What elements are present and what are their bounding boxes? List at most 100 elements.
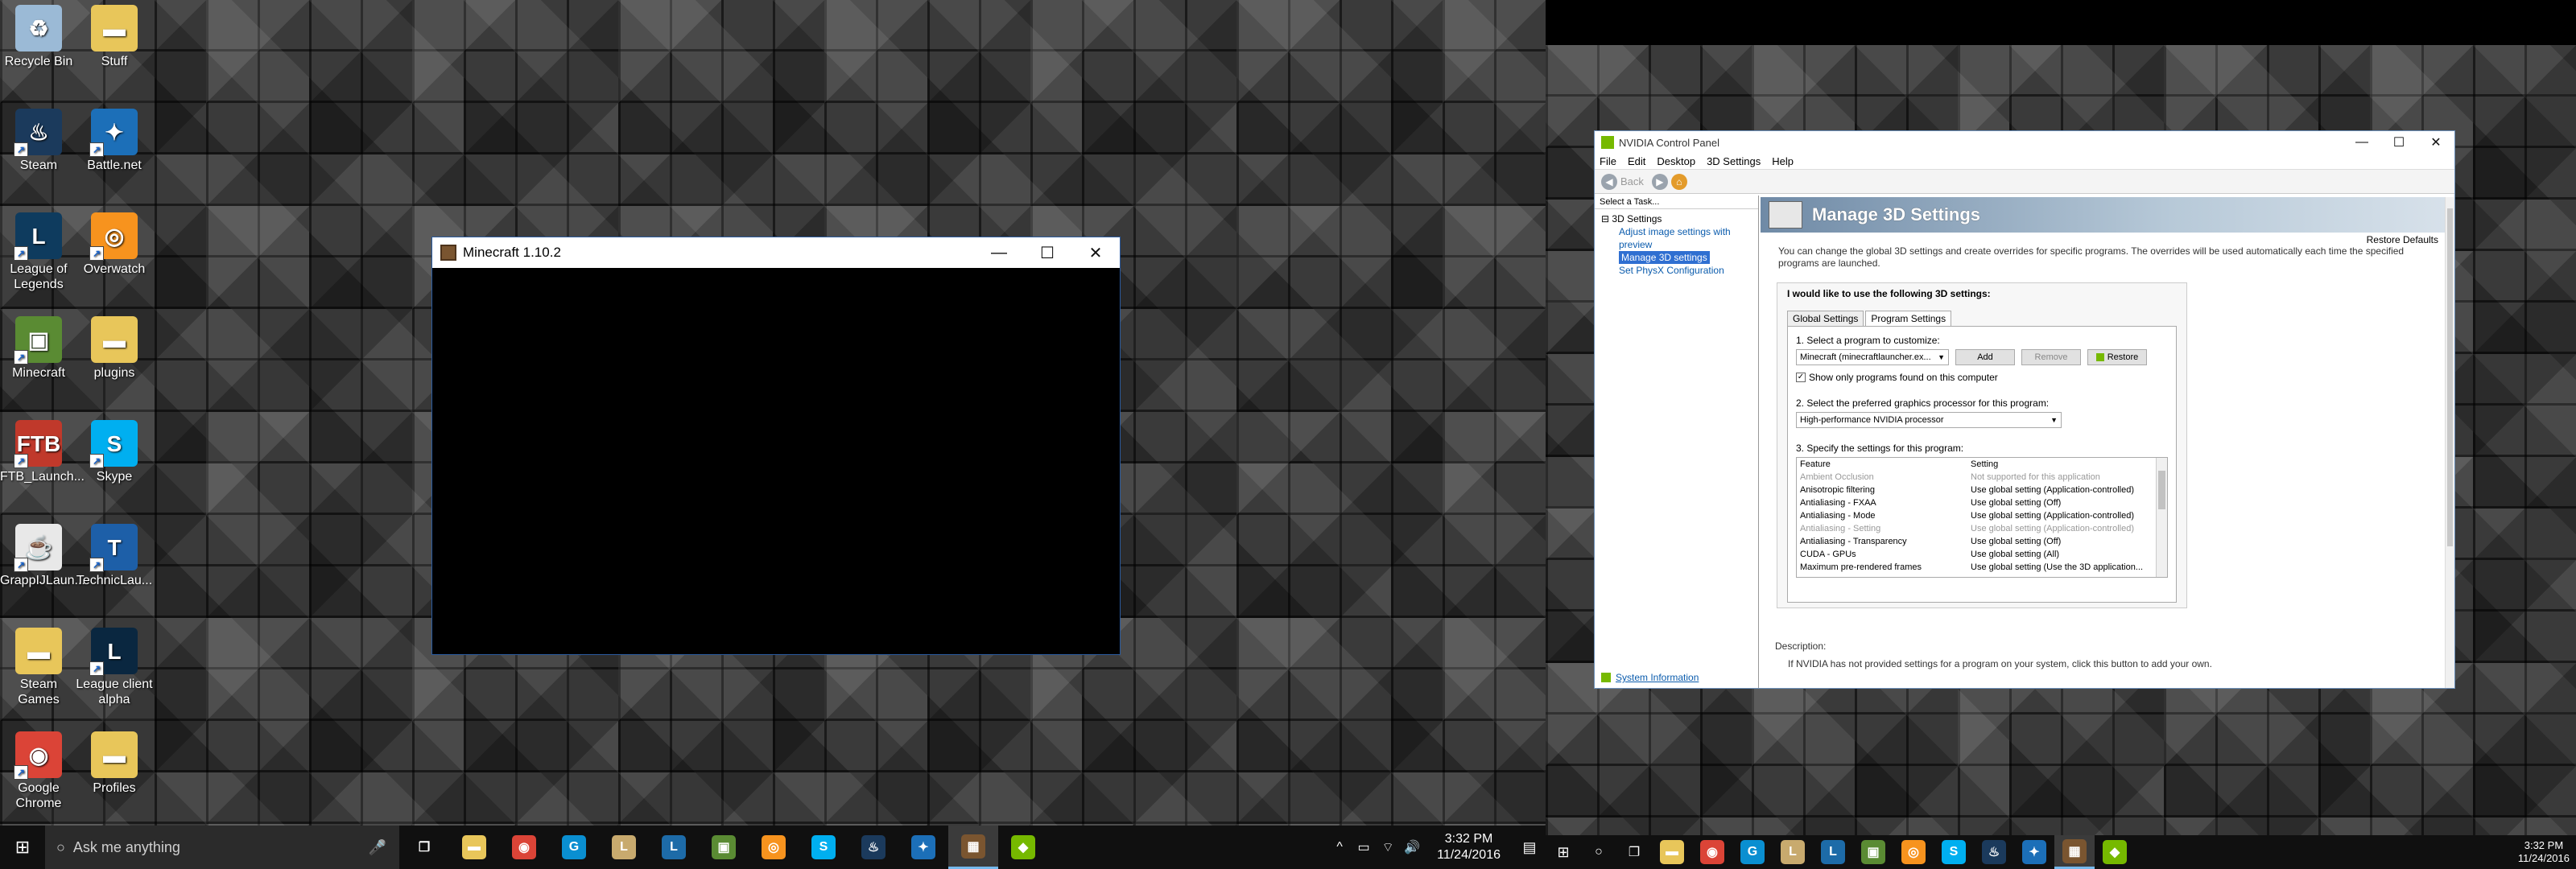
taskbar-app-minecraft-launcher[interactable]: ▦: [948, 826, 998, 869]
taskbar-app-battlenet[interactable]: ✦: [2014, 835, 2054, 869]
tree-item-manage-3d[interactable]: Manage 3D settings: [1619, 251, 1710, 264]
restore-button[interactable]: Restore: [2087, 349, 2147, 365]
network-icon[interactable]: ⌔: [1376, 839, 1400, 855]
minecraft-window[interactable]: Minecraft 1.10.2 — ☐ ✕: [431, 237, 1121, 655]
menu-edit[interactable]: Edit: [1628, 155, 1645, 167]
desktop-icon[interactable]: ♨ ↗ Steam: [0, 109, 77, 173]
desktop-icon[interactable]: ▬ plugins: [76, 316, 153, 381]
remove-button[interactable]: Remove: [2021, 349, 2081, 365]
taskbar-app-skype[interactable]: S: [1934, 835, 1974, 869]
taskbar-app-nvidia[interactable]: ◆: [2095, 835, 2135, 869]
search-button[interactable]: ○: [1581, 835, 1616, 869]
add-button[interactable]: Add: [1955, 349, 2015, 365]
table-scrollbar[interactable]: [2156, 458, 2167, 577]
forward-icon[interactable]: ▶: [1651, 173, 1668, 190]
taskbar-app-chrome[interactable]: ◉: [1692, 835, 1732, 869]
desktop-icon[interactable]: ▬ Stuff: [76, 5, 153, 69]
close-button[interactable]: ✕: [1071, 237, 1120, 268]
taskbar-app-battlenet[interactable]: ✦: [898, 826, 948, 869]
taskbar-app-logitech[interactable]: G: [549, 826, 599, 869]
maximize-button[interactable]: ☐: [1023, 237, 1071, 268]
task-view-button[interactable]: ❐: [1616, 835, 1652, 869]
menu-desktop[interactable]: Desktop: [1657, 155, 1695, 167]
microphone-icon[interactable]: 🎤: [369, 839, 386, 856]
desktop-icon[interactable]: ▣ ↗ Minecraft: [0, 316, 77, 381]
taskbar-app-minecraft[interactable]: ▣: [699, 826, 749, 869]
home-icon[interactable]: ⌂: [1670, 173, 1687, 190]
taskbar-app-skype[interactable]: S: [799, 826, 848, 869]
table-row[interactable]: Antialiasing - Transparency Use global se…: [1797, 535, 2167, 548]
taskbar-app-league[interactable]: L: [599, 826, 649, 869]
scrollbar-thumb[interactable]: [2158, 471, 2165, 509]
task-view-button[interactable]: ❐: [399, 826, 449, 869]
action-center-icon[interactable]: ▤: [1513, 839, 1546, 856]
taskbar-app-league[interactable]: L: [1773, 835, 1813, 869]
maximize-button[interactable]: ☐: [2380, 131, 2417, 154]
table-row[interactable]: Antialiasing - Mode Use global setting (A…: [1797, 509, 2167, 522]
search-box[interactable]: ○ Ask me anything 🎤: [45, 826, 399, 869]
taskbar-app-nvidia[interactable]: ◆: [998, 826, 1048, 869]
desktop-icon[interactable]: FTB ↗ FTB_Launch...: [0, 420, 85, 484]
processor-select[interactable]: High-performance NVIDIA processor ▼: [1796, 412, 2062, 428]
minimize-button[interactable]: —: [975, 237, 1023, 268]
taskbar-app-steam[interactable]: ♨: [1974, 835, 2014, 869]
table-row[interactable]: Antialiasing - Setting Use global setting…: [1797, 522, 2167, 535]
table-row[interactable]: Ambient Occlusion Not supported for this …: [1797, 471, 2167, 484]
taskbar-app-steam[interactable]: ♨: [848, 826, 898, 869]
nvidia-titlebar[interactable]: NVIDIA Control Panel — ☐ ✕: [1595, 131, 2454, 154]
table-row[interactable]: Antialiasing - FXAA Use global setting (O…: [1797, 496, 2167, 509]
tree-item-physx[interactable]: Set PhysX Configuration: [1601, 264, 1752, 277]
desktop-icon[interactable]: L ↗ League client alpha: [76, 628, 153, 707]
back-label[interactable]: Back: [1620, 175, 1644, 187]
taskbar-app-overwatch[interactable]: ◎: [1893, 835, 1934, 869]
close-button[interactable]: ✕: [2417, 131, 2454, 154]
table-row[interactable]: CUDA - GPUs Use global setting (All): [1797, 548, 2167, 561]
tab-program-settings[interactable]: Program Settings: [1865, 311, 1952, 326]
tree-item-adjust-image[interactable]: Adjust image settings with preview: [1601, 225, 1752, 251]
desktop-icon[interactable]: ◉ ↗ Google Chrome: [0, 731, 77, 811]
taskbar-app-file-explorer[interactable]: ▬: [449, 826, 499, 869]
system-information-link[interactable]: System Information: [1601, 672, 1699, 683]
taskbar-app-minecraft[interactable]: ▣: [1853, 835, 1893, 869]
desktop-icon[interactable]: ♻ Recycle Bin: [0, 5, 77, 69]
nvidia-control-panel-window[interactable]: NVIDIA Control Panel — ☐ ✕ File Edit Des…: [1594, 130, 2455, 689]
tray-overflow-icon[interactable]: ^: [1327, 840, 1352, 855]
volume-icon[interactable]: 🔊: [1400, 839, 1424, 855]
main-scrollbar[interactable]: [2445, 197, 2454, 688]
tab-global-settings[interactable]: Global Settings: [1787, 311, 1864, 326]
clock[interactable]: 3:32 PM 11/24/2016: [1424, 831, 1513, 863]
desktop-icon[interactable]: ✦ ↗ Battle.net: [76, 109, 153, 173]
desktop-icon[interactable]: ▬ Profiles: [76, 731, 153, 796]
start-button[interactable]: ⊞: [0, 826, 45, 869]
taskbar-app-league-client[interactable]: L: [1813, 835, 1853, 869]
restore-defaults-link[interactable]: Restore Defaults: [2367, 234, 2438, 245]
desktop-icon[interactable]: L ↗ League of Legends: [0, 212, 77, 292]
feature-table[interactable]: Feature Setting Ambient Occlusion Not sup…: [1796, 457, 2168, 578]
clock[interactable]: 3:32 PM 11/24/2016: [2512, 839, 2576, 865]
minimize-button[interactable]: —: [2343, 131, 2380, 154]
taskbar-app-file-explorer[interactable]: ▬: [1652, 835, 1692, 869]
minecraft-titlebar[interactable]: Minecraft 1.10.2 — ☐ ✕: [432, 237, 1120, 268]
desktop-icon[interactable]: S ↗ Skype: [76, 420, 153, 484]
show-only-checkbox[interactable]: ✓: [1796, 373, 1806, 382]
menu-3d-settings[interactable]: 3D Settings: [1707, 155, 1761, 167]
taskbar-app-league-client[interactable]: L: [649, 826, 699, 869]
desktop-icon[interactable]: ◎ ↗ Overwatch: [76, 212, 153, 277]
taskbar-app-logitech[interactable]: G: [1732, 835, 1773, 869]
menu-help[interactable]: Help: [1772, 155, 1794, 167]
tree-node-3d-settings[interactable]: ⊟ 3D Settings: [1601, 212, 1752, 225]
scrollbar-thumb[interactable]: [2447, 208, 2453, 546]
table-row[interactable]: Maximum pre-rendered frames Use global se…: [1797, 561, 2167, 574]
taskbar-app-chrome[interactable]: ◉: [499, 826, 549, 869]
desktop-icon[interactable]: ☕ ↗ GrappIJLaun...: [0, 524, 85, 588]
desktop-icon[interactable]: T ↗ TechnicLau...: [76, 524, 153, 588]
battery-icon[interactable]: ▭: [1352, 839, 1376, 855]
table-row[interactable]: Anisotropic filtering Use global setting …: [1797, 484, 2167, 496]
back-icon[interactable]: ◀: [1601, 173, 1617, 190]
desktop-icon[interactable]: ▬ Steam Games: [0, 628, 77, 707]
taskbar-app-overwatch[interactable]: ◎: [749, 826, 799, 869]
start-button[interactable]: ⊞: [1546, 835, 1581, 869]
menu-file[interactable]: File: [1600, 155, 1616, 167]
taskbar-app-minecraft-launcher[interactable]: ▦: [2054, 835, 2095, 869]
program-select[interactable]: Minecraft (minecraftlauncher.ex... ▼: [1796, 349, 1949, 365]
